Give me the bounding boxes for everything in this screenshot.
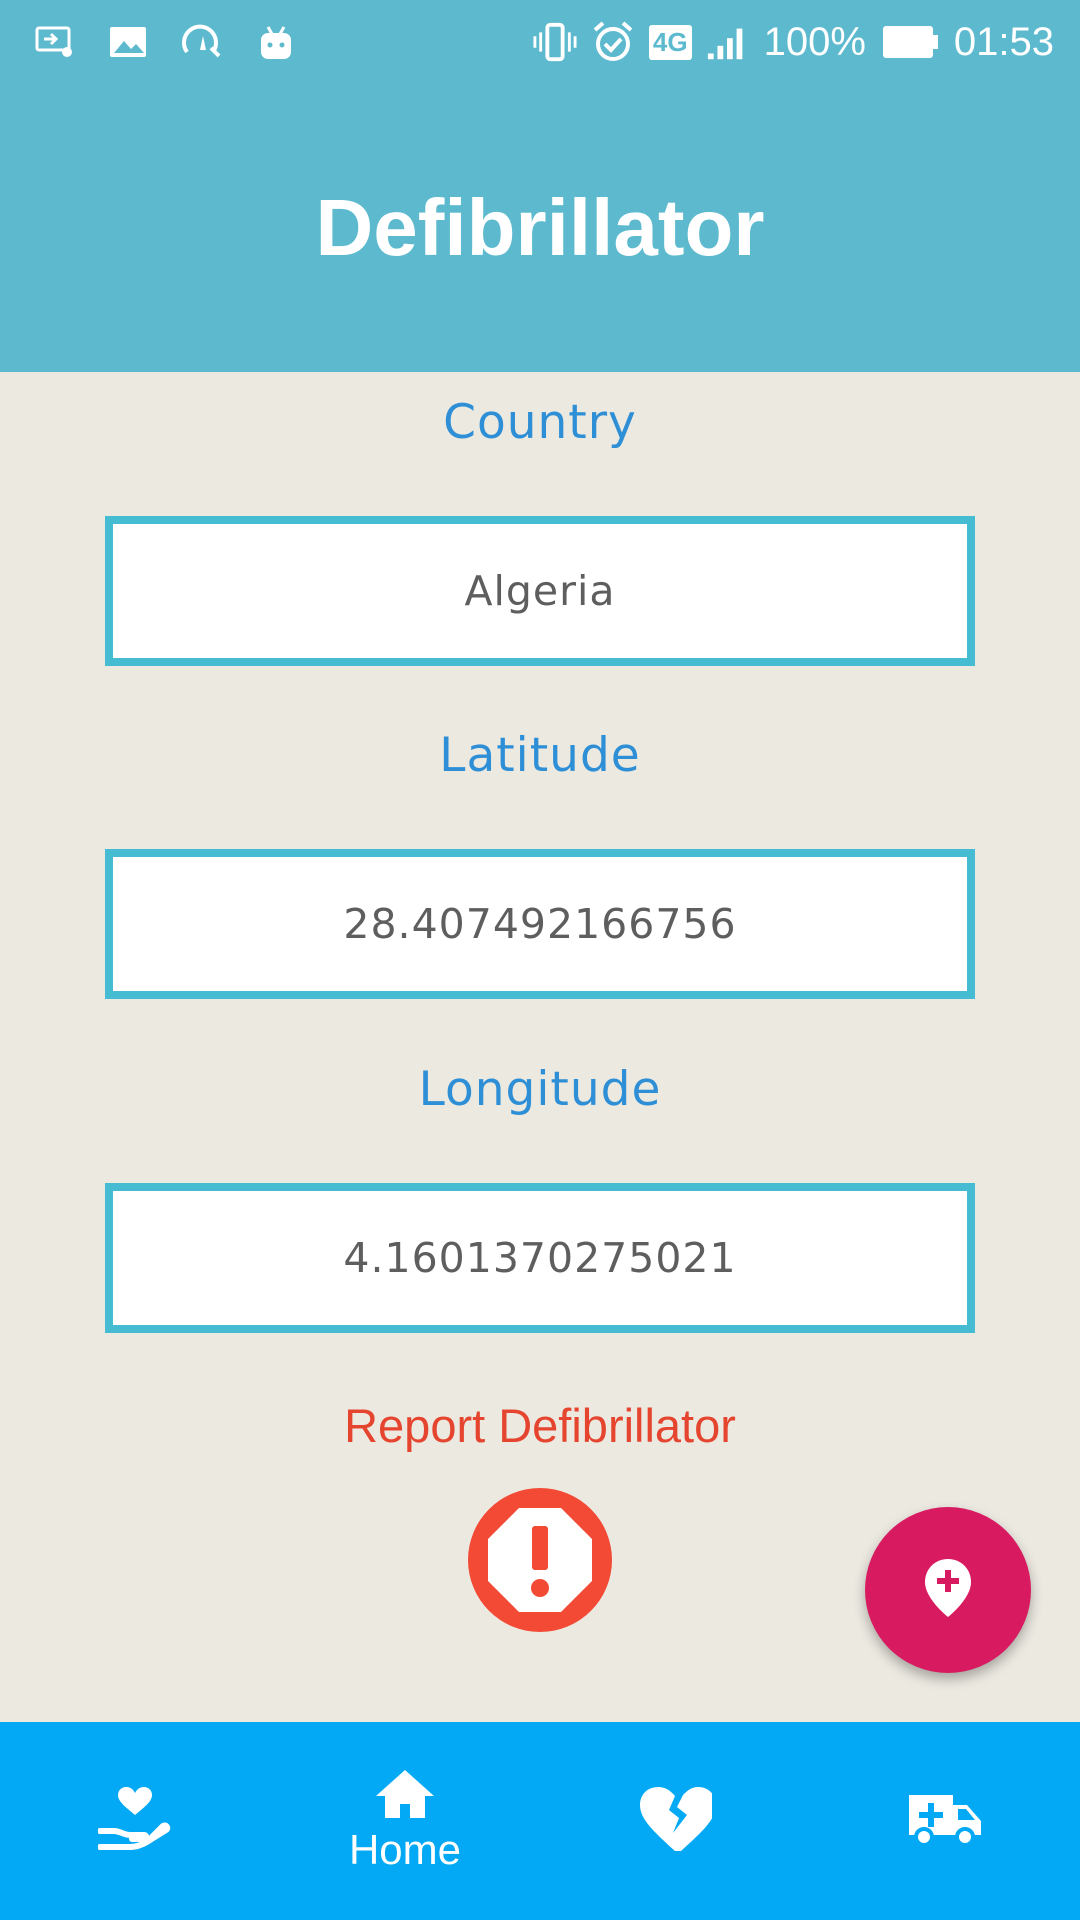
battery-percent: 100% [763, 19, 866, 64]
broken-heart-icon [638, 1785, 716, 1857]
longitude-value: 4.1601370275021 [343, 1234, 737, 1282]
add-location-icon [923, 1557, 973, 1623]
longitude-label: Longitude [418, 1062, 662, 1117]
nav-item-donate[interactable] [0, 1722, 270, 1920]
status-bar-left [32, 0, 298, 84]
alarm-icon [591, 20, 635, 64]
network-4g-icon: 4G [648, 24, 692, 60]
battery-icon [880, 20, 940, 64]
country-field[interactable]: Algeria [105, 516, 975, 666]
app-header: Defibrillator [0, 84, 1080, 372]
latitude-field[interactable]: 28.407492166756 [105, 849, 975, 999]
nav-item-cardiac[interactable] [540, 1722, 810, 1920]
android-icon [254, 20, 298, 64]
cast-icon [32, 20, 76, 64]
nav-label-home: Home [348, 1826, 462, 1873]
country-label: Country [443, 395, 637, 450]
signal-icon [706, 20, 750, 64]
nav-item-home[interactable]: Home [270, 1722, 540, 1920]
country-value: Algeria [464, 567, 616, 615]
add-location-button[interactable] [865, 1507, 1031, 1673]
heart-hand-icon [97, 1785, 172, 1857]
bottom-navigation: Home [0, 1722, 1080, 1920]
image-icon [106, 20, 150, 64]
longitude-field[interactable]: 4.1601370275021 [105, 1183, 975, 1333]
status-bar-right: 4G 100% 01:53 [533, 0, 1054, 84]
home-icon [374, 1768, 436, 1824]
clock: 01:53 [953, 19, 1054, 64]
speed-icon [180, 20, 224, 64]
ambulance-icon [907, 1789, 983, 1853]
vibrate-icon [533, 20, 577, 64]
report-defibrillator-label[interactable]: Report Defibrillator [0, 1398, 1080, 1453]
latitude-label: Latitude [439, 728, 641, 783]
nav-item-emergency[interactable] [810, 1722, 1080, 1920]
latitude-value: 28.407492166756 [343, 900, 737, 948]
status-bar: 4G 100% 01:53 [0, 0, 1080, 84]
page-title: Defibrillator [315, 183, 765, 272]
alert-octagon-icon[interactable] [468, 1488, 612, 1632]
